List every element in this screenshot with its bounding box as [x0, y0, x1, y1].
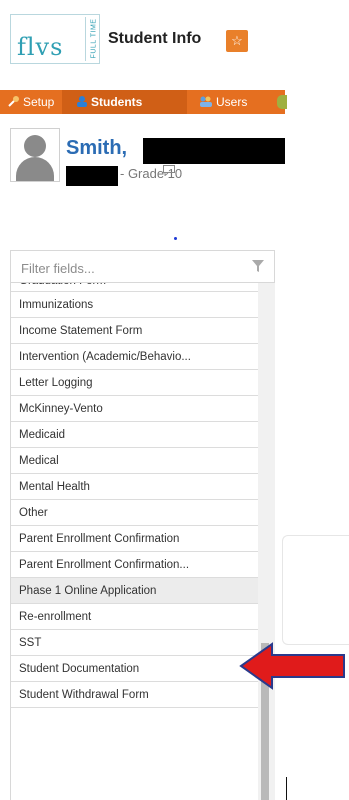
redacted-first-name [143, 138, 285, 164]
comment-icon[interactable] [163, 165, 175, 179]
list-item[interactable]: McKinney-Vento [11, 396, 259, 422]
list-item[interactable]: Student Documentation [11, 656, 259, 682]
logo-divider: FULL TIME [85, 17, 100, 61]
nav-students-label: Students [91, 95, 143, 109]
red-arrow-annotation [238, 641, 348, 691]
list-item[interactable]: Student Withdrawal Form [11, 682, 259, 708]
logo-text: flvs [17, 33, 64, 61]
list-item[interactable]: Immunizations [11, 292, 259, 318]
filter-fields-input[interactable] [19, 257, 233, 279]
filter-box [10, 250, 275, 283]
list-item[interactable]: Other [11, 500, 259, 526]
background-panel [282, 535, 349, 645]
nav-users[interactable]: Users [187, 90, 267, 114]
flvs-logo[interactable]: flvs FULL TIME [10, 14, 100, 64]
list-item[interactable]: Graduation Form [11, 283, 259, 292]
filter-funnel-icon[interactable] [252, 259, 264, 272]
nav-setup-label: Setup [23, 95, 55, 109]
student-name[interactable]: Smith, [66, 137, 127, 160]
list-item[interactable]: Parent Enrollment Confirmation [11, 526, 259, 552]
main-nav-bar: Setup Students Users [0, 90, 287, 114]
list-item[interactable]: Intervention (Academic/Behavio... [11, 344, 259, 370]
list-item-selected[interactable]: Phase 1 Online Application [11, 578, 259, 604]
student-icon [76, 95, 88, 110]
nav-students[interactable]: Students [62, 90, 187, 114]
redacted-student-id [66, 166, 118, 186]
list-scrollbar[interactable] [258, 283, 275, 800]
text-cursor [286, 777, 287, 800]
nav-users-label: Users [216, 95, 248, 109]
list-item[interactable]: SST [11, 630, 259, 656]
favorite-star-button[interactable]: ☆ [226, 30, 248, 52]
list-item[interactable]: Parent Enrollment Confirmation... [11, 552, 259, 578]
logo-subtext: FULL TIME [90, 18, 98, 59]
student-avatar [10, 128, 60, 182]
list-item[interactable]: Re-enrollment [11, 604, 259, 630]
wrench-icon [8, 95, 20, 110]
list-item[interactable]: Mental Health [11, 474, 259, 500]
list-item[interactable]: Letter Logging [11, 370, 259, 396]
list-item[interactable]: Income Statement Form [11, 318, 259, 344]
page-title: Student Info [108, 30, 202, 47]
indicator-dot [174, 237, 177, 240]
users-icon [199, 95, 213, 110]
star-icon: ☆ [231, 33, 243, 48]
nav-setup[interactable]: Setup [0, 90, 62, 114]
list-item[interactable]: Medicaid [11, 422, 259, 448]
fields-list: Graduation Form Immunizations Income Sta… [10, 283, 259, 800]
nav-next-item-icon[interactable] [277, 95, 287, 109]
list-item[interactable]: Medical [11, 448, 259, 474]
